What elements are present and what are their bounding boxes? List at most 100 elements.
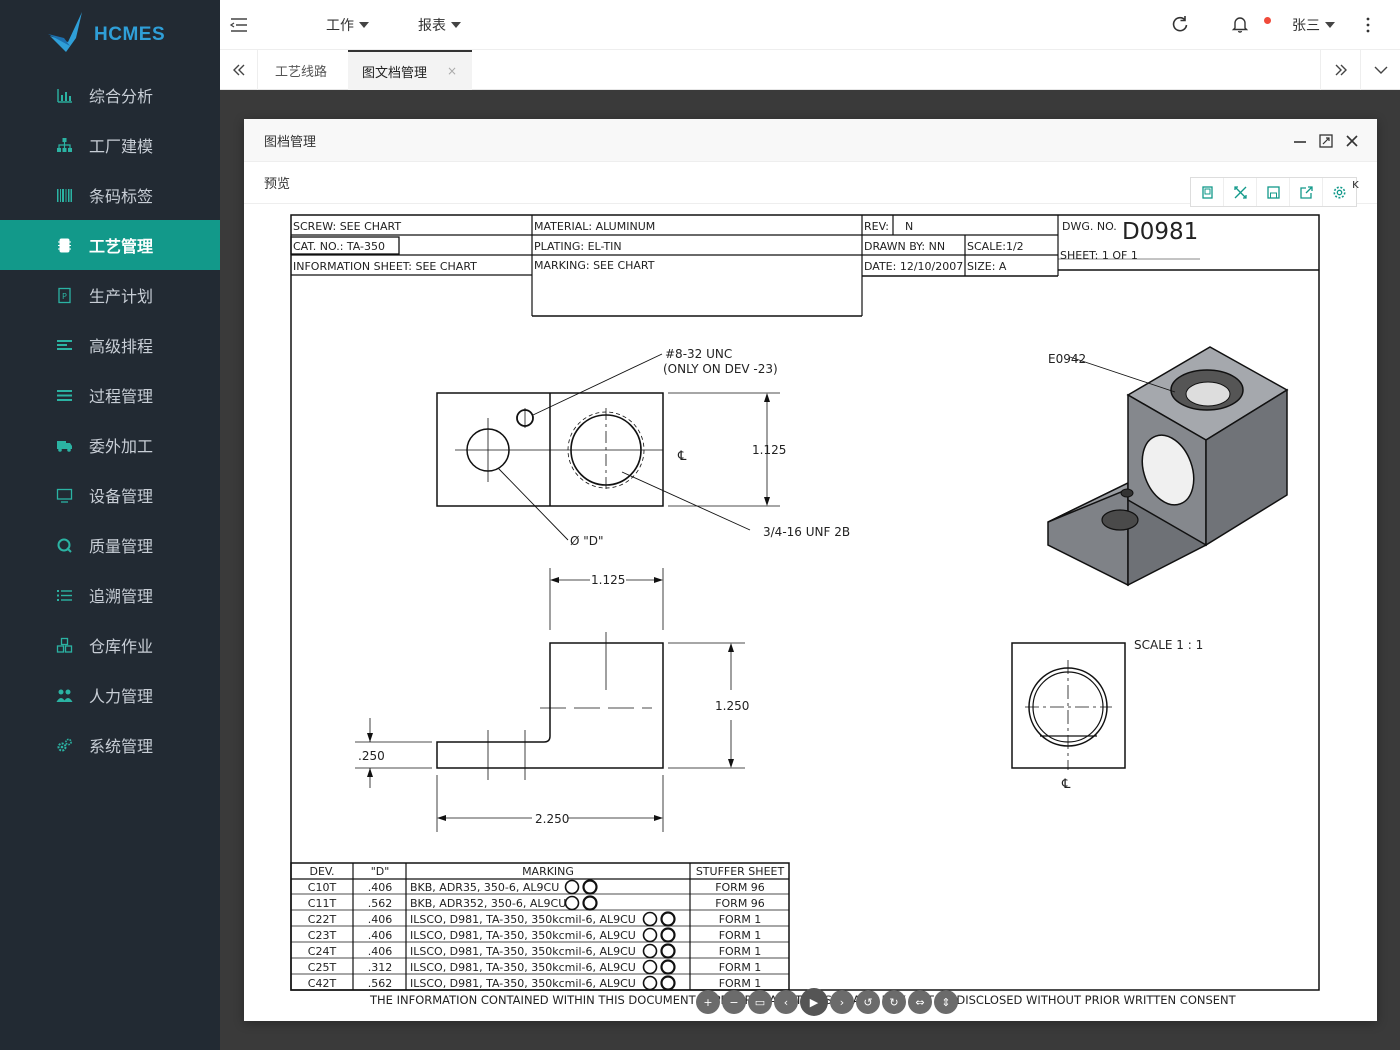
- sidebar-item-9[interactable]: 设备管理: [0, 470, 220, 520]
- zoom-in-button[interactable]: +: [696, 990, 720, 1014]
- play-button[interactable]: ▶: [800, 988, 828, 1016]
- minus-icon: −: [729, 995, 739, 1009]
- sidebar-item-label: 质量管理: [89, 537, 154, 556]
- dialog-header: 图档管理: [244, 119, 1377, 162]
- monitor-icon: [54, 485, 74, 505]
- previous-button[interactable]: ‹: [774, 990, 798, 1014]
- chevron-down-icon: [451, 22, 461, 28]
- sidebar-item-7[interactable]: 过程管理: [0, 370, 220, 420]
- nav-work-dropdown[interactable]: 工作: [326, 0, 369, 50]
- chip-icon: [54, 235, 74, 255]
- gears-icon: [54, 735, 74, 755]
- flip-vertical-button[interactable]: ⇕: [934, 990, 958, 1014]
- sidebar-item-11[interactable]: 追溯管理: [0, 570, 220, 620]
- next-button[interactable]: ›: [830, 990, 854, 1014]
- nav-report-label: 报表: [418, 18, 446, 34]
- rotate-right-button[interactable]: ↻: [882, 990, 906, 1014]
- one-to-one-icon: ▭: [754, 995, 766, 1009]
- logo-text: HCMES: [94, 24, 166, 45]
- nav-report-dropdown[interactable]: 报表: [418, 0, 461, 50]
- double-chevron-right-icon: [1335, 64, 1347, 76]
- sidebar-item-1[interactable]: 综合分析: [0, 70, 220, 120]
- zoom-out-button[interactable]: −: [722, 990, 746, 1014]
- sidebar-item-13[interactable]: 人力管理: [0, 670, 220, 720]
- document-dialog: 图档管理 预览 ĸ: [244, 119, 1377, 1021]
- play-icon: ▶: [809, 995, 819, 1009]
- sidebar-item-label: 生产计划: [89, 287, 154, 306]
- sidebar-item-10[interactable]: 质量管理: [0, 520, 220, 570]
- expand-icon: [1233, 185, 1247, 199]
- bell-icon[interactable]: [1230, 14, 1250, 34]
- nav-work-label: 工作: [326, 18, 354, 34]
- menu-toggle-icon[interactable]: [228, 14, 250, 36]
- maximize-icon[interactable]: [1317, 132, 1335, 150]
- sidebar-item-label: 工厂建模: [89, 137, 154, 156]
- tab-process-route[interactable]: 工艺线路: [258, 50, 348, 90]
- double-chevron-left-icon: [232, 64, 244, 76]
- sidebar: HCMES 综合分析工厂建模条码标签工艺管理 P 生产计划高级排程过程管理委外加工设…: [0, 0, 220, 1050]
- chevron-left-icon: ‹: [783, 995, 789, 1009]
- export-icon: [1299, 185, 1313, 199]
- user-menu[interactable]: 张三: [1292, 0, 1335, 50]
- sidebar-item-3[interactable]: 条码标签: [0, 170, 220, 220]
- chevron-down-icon: [1374, 66, 1387, 74]
- schedule-icon: [54, 335, 74, 355]
- refresh-icon[interactable]: [1170, 14, 1190, 34]
- chevron-down-icon: [359, 22, 369, 28]
- bar-chart-icon: [54, 85, 74, 105]
- notification-dot: [1264, 17, 1271, 24]
- fullscreen-button[interactable]: [1224, 178, 1257, 206]
- dialog-close-fragment[interactable]: ĸ: [1352, 177, 1359, 191]
- sidebar-item-6[interactable]: 高级排程: [0, 320, 220, 370]
- more-vertical-icon[interactable]: [1362, 16, 1374, 34]
- tab-label: 图文档管理: [362, 65, 428, 81]
- svg-text:P: P: [62, 292, 67, 301]
- logo-bird-icon: [48, 12, 82, 52]
- dialog-title: 图档管理: [264, 134, 317, 150]
- sidebar-item-label: 工艺管理: [89, 237, 154, 256]
- tabs-scroll-left-button[interactable]: [220, 50, 258, 90]
- top-header: 工作 报表 张三: [220, 0, 1400, 50]
- sitemap-icon: [54, 135, 74, 155]
- document-icon: P: [54, 285, 74, 305]
- close-icon[interactable]: ×: [447, 64, 457, 78]
- quality-icon: [54, 535, 74, 555]
- save-icon: [1266, 185, 1280, 199]
- sidebar-item-8[interactable]: 委外加工: [0, 420, 220, 470]
- fit-page-button[interactable]: [1191, 178, 1224, 206]
- sidebar-item-5[interactable]: P 生产计划: [0, 270, 220, 320]
- sidebar-item-12[interactable]: 仓库作业: [0, 620, 220, 670]
- users-icon: [54, 685, 74, 705]
- barcode-icon: [54, 185, 74, 205]
- sidebar-item-14[interactable]: 系统管理: [0, 720, 220, 770]
- tabs-menu-button[interactable]: [1360, 50, 1400, 90]
- actual-size-button[interactable]: ▭: [748, 990, 772, 1014]
- close-icon[interactable]: [1343, 132, 1361, 150]
- rotate-left-button[interactable]: ↺: [856, 990, 880, 1014]
- sidebar-item-label: 高级排程: [89, 337, 154, 356]
- sidebar-item-label: 人力管理: [89, 687, 154, 706]
- chevron-right-icon: ›: [839, 995, 845, 1009]
- page-icon: [1201, 185, 1213, 199]
- user-name: 张三: [1292, 18, 1320, 34]
- cubes-icon: [54, 635, 74, 655]
- sidebar-nav: 综合分析工厂建模条码标签工艺管理 P 生产计划高级排程过程管理委外加工 设备管理质量管…: [0, 70, 220, 770]
- save-button[interactable]: [1257, 178, 1290, 206]
- tabs-scroll-right-button[interactable]: [1320, 50, 1360, 90]
- ordered-list-icon: [54, 585, 74, 605]
- export-button[interactable]: [1290, 178, 1323, 206]
- minimize-icon[interactable]: [1291, 132, 1309, 150]
- sidebar-item-label: 过程管理: [89, 387, 154, 406]
- rotate-right-icon: ↻: [889, 995, 899, 1009]
- preview-label: 预览: [264, 177, 291, 192]
- flip-horizontal-button[interactable]: ⇔: [908, 990, 932, 1014]
- app-logo[interactable]: HCMES: [0, 0, 220, 62]
- truck-icon: [54, 435, 74, 455]
- tab-document-management[interactable]: 图文档管理 ×: [348, 50, 472, 90]
- sidebar-item-label: 追溯管理: [89, 587, 154, 606]
- chevron-down-icon: [1325, 22, 1335, 28]
- sidebar-item-4[interactable]: 工艺管理: [0, 220, 220, 270]
- sidebar-item-2[interactable]: 工厂建模: [0, 120, 220, 170]
- preview-toolbar: [1190, 177, 1357, 207]
- flip-horizontal-icon: ⇔: [915, 995, 925, 1009]
